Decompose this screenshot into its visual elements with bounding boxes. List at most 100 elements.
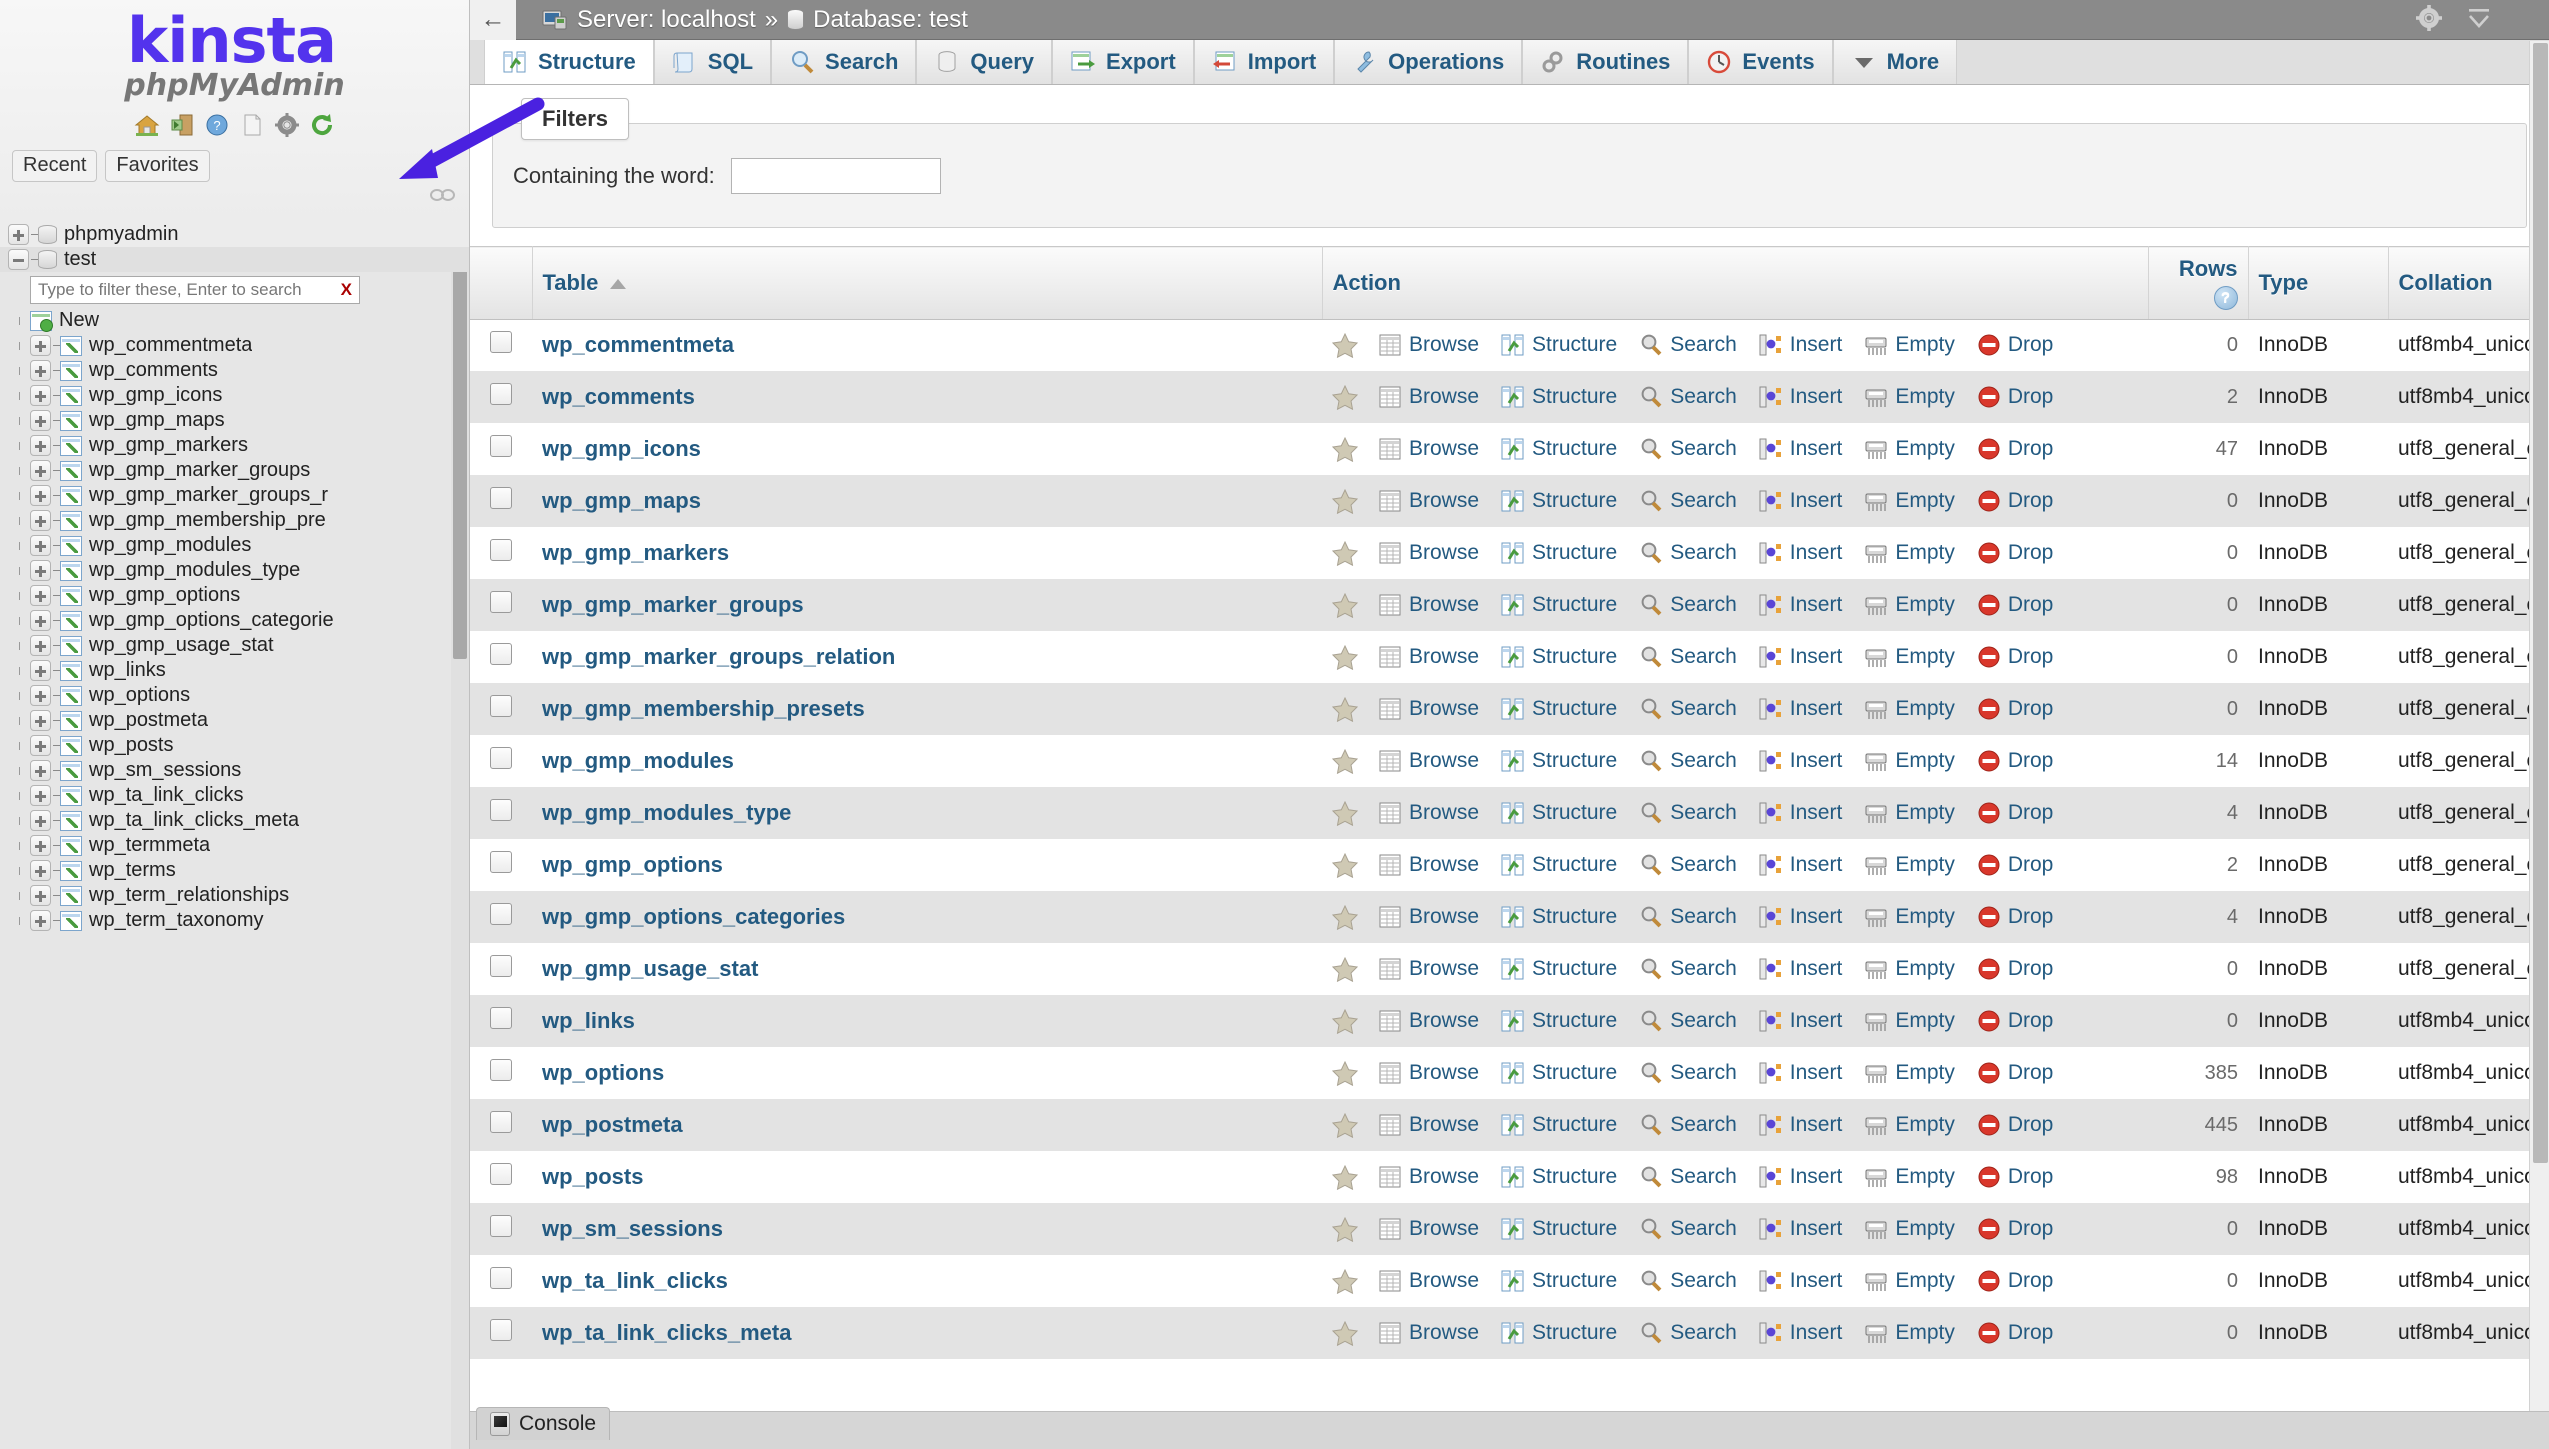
favorite-star-icon[interactable]: [1331, 956, 1359, 982]
row-checkbox[interactable]: [490, 1319, 512, 1341]
tree-table-wp_gmp_membership_pre[interactable]: wp_gmp_membership_pre: [0, 508, 469, 533]
action-empty[interactable]: Empty: [1864, 385, 1955, 409]
action-insert[interactable]: Insert: [1759, 1009, 1842, 1033]
table-name-link[interactable]: wp_ta_link_clicks: [542, 1268, 728, 1293]
tab-more[interactable]: More: [1832, 39, 1958, 84]
reload-icon[interactable]: [309, 112, 335, 138]
tree-table-wp_gmp_usage_stat[interactable]: wp_gmp_usage_stat: [0, 633, 469, 658]
action-drop[interactable]: Drop: [1977, 1269, 2053, 1293]
action-insert[interactable]: Insert: [1759, 593, 1842, 617]
row-checkbox[interactable]: [490, 747, 512, 769]
favorite-star-icon[interactable]: [1331, 1060, 1359, 1086]
action-structure[interactable]: Structure: [1501, 749, 1617, 773]
favorite-star-icon[interactable]: [1331, 1112, 1359, 1138]
expand-icon[interactable]: [30, 635, 51, 656]
action-browse[interactable]: Browse: [1378, 801, 1479, 825]
tree-table-wp_ta_link_clicks[interactable]: wp_ta_link_clicks: [0, 783, 469, 808]
table-name-link[interactable]: wp_links: [542, 1008, 635, 1033]
expand-icon[interactable]: [30, 710, 51, 731]
action-structure[interactable]: Structure: [1501, 1113, 1617, 1137]
row-checkbox[interactable]: [490, 903, 512, 925]
tree-table-wp_gmp_modules_type[interactable]: wp_gmp_modules_type: [0, 558, 469, 583]
action-search[interactable]: Search: [1639, 489, 1737, 513]
action-structure[interactable]: Structure: [1501, 957, 1617, 981]
collapse-icon[interactable]: [8, 249, 29, 270]
tab-search[interactable]: Search: [771, 39, 917, 84]
tree-table-wp_gmp_marker_groups[interactable]: wp_gmp_marker_groups: [0, 458, 469, 483]
tree-table-wp_gmp_modules[interactable]: wp_gmp_modules: [0, 533, 469, 558]
action-empty[interactable]: Empty: [1864, 645, 1955, 669]
favorite-star-icon[interactable]: [1331, 904, 1359, 930]
action-structure[interactable]: Structure: [1501, 905, 1617, 929]
row-checkbox[interactable]: [490, 1215, 512, 1237]
favorite-star-icon[interactable]: [1331, 696, 1359, 722]
row-checkbox[interactable]: [490, 435, 512, 457]
action-structure[interactable]: Structure: [1501, 1061, 1617, 1085]
favorite-star-icon[interactable]: [1331, 1268, 1359, 1294]
action-empty[interactable]: Empty: [1864, 1217, 1955, 1241]
tree-table-wp_sm_sessions[interactable]: wp_sm_sessions: [0, 758, 469, 783]
action-empty[interactable]: Empty: [1864, 1061, 1955, 1085]
action-search[interactable]: Search: [1639, 541, 1737, 565]
action-insert[interactable]: Insert: [1759, 853, 1842, 877]
main-scrollbar[interactable]: [2529, 41, 2549, 1449]
table-name-link[interactable]: wp_gmp_marker_groups: [542, 592, 804, 617]
row-checkbox[interactable]: [490, 383, 512, 405]
action-search[interactable]: Search: [1639, 1165, 1737, 1189]
main-scroll-thumb[interactable]: [2533, 43, 2548, 1163]
expand-icon[interactable]: [30, 835, 51, 856]
row-checkbox[interactable]: [490, 1111, 512, 1133]
table-name-link[interactable]: wp_posts: [542, 1164, 643, 1189]
action-empty[interactable]: Empty: [1864, 1009, 1955, 1033]
tree-table-wp_commentmeta[interactable]: wp_commentmeta: [0, 333, 469, 358]
action-browse[interactable]: Browse: [1378, 853, 1479, 877]
action-drop[interactable]: Drop: [1977, 1061, 2053, 1085]
action-empty[interactable]: Empty: [1864, 437, 1955, 461]
action-browse[interactable]: Browse: [1378, 333, 1479, 357]
action-search[interactable]: Search: [1639, 697, 1737, 721]
row-checkbox[interactable]: [490, 591, 512, 613]
action-insert[interactable]: Insert: [1759, 1113, 1842, 1137]
table-name-link[interactable]: wp_comments: [542, 384, 695, 409]
action-insert[interactable]: Insert: [1759, 749, 1842, 773]
tab-events[interactable]: Events: [1688, 39, 1833, 84]
action-drop[interactable]: Drop: [1977, 749, 2053, 773]
favorite-star-icon[interactable]: [1331, 1216, 1359, 1242]
action-drop[interactable]: Drop: [1977, 905, 2053, 929]
action-browse[interactable]: Browse: [1378, 1113, 1479, 1137]
expand-icon[interactable]: [30, 435, 51, 456]
action-structure[interactable]: Structure: [1501, 801, 1617, 825]
expand-icon[interactable]: [30, 785, 51, 806]
collapse-up-icon[interactable]: [2465, 4, 2493, 37]
expand-icon[interactable]: [30, 610, 51, 631]
tree-table-wp_gmp_markers[interactable]: wp_gmp_markers: [0, 433, 469, 458]
row-checkbox[interactable]: [490, 695, 512, 717]
table-name-link[interactable]: wp_gmp_options_categories: [542, 904, 845, 929]
action-search[interactable]: Search: [1639, 1113, 1737, 1137]
header-table[interactable]: Table: [532, 246, 1323, 320]
expand-icon[interactable]: [30, 660, 51, 681]
action-structure[interactable]: Structure: [1501, 853, 1617, 877]
action-drop[interactable]: Drop: [1977, 1217, 2053, 1241]
favorite-star-icon[interactable]: [1331, 1164, 1359, 1190]
action-search[interactable]: Search: [1639, 437, 1737, 461]
action-drop[interactable]: Drop: [1977, 1321, 2053, 1345]
favorite-star-icon[interactable]: [1331, 488, 1359, 514]
action-insert[interactable]: Insert: [1759, 385, 1842, 409]
tree-table-wp_posts[interactable]: wp_posts: [0, 733, 469, 758]
expand-icon[interactable]: [30, 735, 51, 756]
header-collation[interactable]: Collation: [2388, 246, 2549, 320]
row-checkbox[interactable]: [490, 1007, 512, 1029]
row-checkbox[interactable]: [490, 1267, 512, 1289]
action-insert[interactable]: Insert: [1759, 645, 1842, 669]
action-empty[interactable]: Empty: [1864, 541, 1955, 565]
action-search[interactable]: Search: [1639, 957, 1737, 981]
action-structure[interactable]: Structure: [1501, 1165, 1617, 1189]
header-rows[interactable]: Rows ?: [2148, 246, 2249, 320]
expand-icon[interactable]: [30, 385, 51, 406]
action-insert[interactable]: Insert: [1759, 697, 1842, 721]
action-browse[interactable]: Browse: [1378, 593, 1479, 617]
table-name-link[interactable]: wp_gmp_options: [542, 852, 723, 877]
action-insert[interactable]: Insert: [1759, 541, 1842, 565]
action-empty[interactable]: Empty: [1864, 333, 1955, 357]
